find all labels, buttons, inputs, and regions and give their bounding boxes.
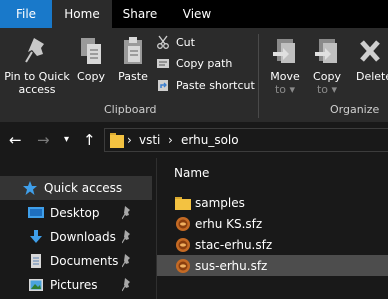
- sidebar-item-label: Documents: [50, 254, 119, 268]
- sidebar-item-quick-access[interactable]: Quick access: [0, 176, 152, 200]
- copy-icon: [81, 38, 101, 64]
- document-icon: [31, 254, 41, 268]
- recent-locations-chevron-icon[interactable]: ▾: [64, 134, 69, 145]
- pin-label-line1: Pin to Quick: [4, 70, 70, 83]
- copy-to-label-line1: Copy: [313, 70, 341, 83]
- file-name: erhu KS.sfz: [195, 216, 263, 231]
- ribbon-tab-bar: File Home Share View: [0, 0, 388, 28]
- file-name: sus-erhu.sfz: [195, 258, 268, 273]
- copy-path-icon: [157, 59, 169, 68]
- copy-button[interactable]: Copy: [74, 36, 108, 83]
- delete-button[interactable]: Delete: [356, 36, 388, 83]
- copy-path-button[interactable]: Copy path: [156, 53, 232, 73]
- sidebar-item-pictures[interactable]: Pictures: [0, 273, 152, 297]
- sfz-file-icon: [176, 258, 190, 273]
- download-icon: [30, 230, 42, 243]
- sidebar-item-desktop[interactable]: Desktop: [0, 201, 152, 225]
- ribbon: Pin to Quick access Copy Paste Cut Copy …: [0, 28, 388, 122]
- breadcrumb-vsti[interactable]: vsti: [139, 133, 160, 147]
- scissors-icon: [157, 35, 169, 49]
- sidebar-item-label: Desktop: [50, 206, 100, 220]
- breadcrumb-chevron-icon[interactable]: ›: [168, 133, 173, 147]
- move-to-label-line2: to ▾: [274, 83, 296, 96]
- pin-icon[interactable]: [122, 278, 132, 292]
- move-to-icon: [273, 39, 295, 63]
- paste-shortcut-label: Paste shortcut: [176, 78, 255, 92]
- sidebar-item-downloads[interactable]: Downloads: [0, 225, 152, 249]
- ribbon-separator: [258, 34, 259, 118]
- desktop-icon: [28, 207, 44, 218]
- tab-share[interactable]: Share: [112, 0, 168, 28]
- file-name: stac-erhu.sfz: [195, 237, 273, 252]
- paste-label: Paste: [118, 70, 148, 83]
- sidebar-item-label: Downloads: [50, 230, 116, 244]
- pin-icon[interactable]: [122, 206, 132, 220]
- folder-icon: [175, 196, 191, 210]
- cut-label: Cut: [176, 35, 195, 49]
- column-header-name[interactable]: Name: [174, 166, 209, 180]
- pin-icon[interactable]: [122, 254, 132, 268]
- organize-group-label: Organize: [330, 103, 380, 116]
- sidebar-item-label: Pictures: [50, 278, 98, 292]
- navigation-bar: ← → ▾ ↑ › vsti › erhu_solo: [0, 122, 388, 158]
- forward-arrow-icon[interactable]: →: [37, 131, 50, 149]
- move-to-button[interactable]: Move to ▾: [265, 36, 305, 96]
- address-bar[interactable]: › vsti › erhu_solo: [104, 128, 388, 152]
- copy-to-button[interactable]: Copy to ▾: [307, 36, 347, 96]
- pin-to-quick-access-button[interactable]: Pin to Quick access: [2, 36, 72, 96]
- paste-button[interactable]: Paste: [114, 36, 152, 83]
- cut-button[interactable]: Cut: [156, 32, 195, 52]
- file-name: samples: [195, 195, 245, 210]
- up-arrow-icon[interactable]: ↑: [83, 131, 96, 149]
- copy-label: Copy: [77, 70, 105, 83]
- delete-label: Delete: [356, 70, 388, 83]
- sidebar-item-label: Quick access: [44, 181, 123, 195]
- sidebar-item-documents[interactable]: Documents: [0, 249, 152, 273]
- back-arrow-icon[interactable]: ←: [9, 131, 22, 149]
- copy-to-label-line2: to ▾: [316, 83, 338, 96]
- folder-icon: [110, 133, 124, 148]
- file-row-samples[interactable]: samples: [157, 192, 388, 213]
- pin-label-line2: access: [18, 83, 56, 96]
- delete-icon: [360, 40, 380, 62]
- pin-icon[interactable]: [122, 230, 132, 244]
- pictures-icon: [29, 279, 43, 291]
- paste-icon: [124, 37, 142, 64]
- copy-to-icon: [315, 39, 337, 63]
- breadcrumb-chevron-icon[interactable]: ›: [127, 133, 132, 147]
- file-row-stac-erhu[interactable]: stac-erhu.sfz: [157, 234, 388, 255]
- breadcrumb-erhu-solo[interactable]: erhu_solo: [181, 133, 239, 147]
- move-to-label-line1: Move: [270, 70, 300, 83]
- file-row-sus-erhu[interactable]: sus-erhu.sfz: [157, 255, 388, 276]
- pin-icon: [25, 38, 44, 63]
- star-icon: [23, 181, 37, 195]
- sfz-file-icon: [176, 216, 190, 231]
- paste-shortcut-icon: [158, 80, 168, 91]
- clipboard-group-label: Clipboard: [104, 103, 157, 116]
- tab-home[interactable]: Home: [52, 0, 112, 28]
- tab-view[interactable]: View: [168, 0, 226, 28]
- file-row-erhu-ks[interactable]: erhu KS.sfz: [157, 213, 388, 234]
- sfz-file-icon: [176, 237, 190, 252]
- tab-file[interactable]: File: [0, 0, 52, 28]
- copy-path-label: Copy path: [176, 56, 233, 70]
- paste-shortcut-button[interactable]: Paste shortcut: [156, 75, 255, 95]
